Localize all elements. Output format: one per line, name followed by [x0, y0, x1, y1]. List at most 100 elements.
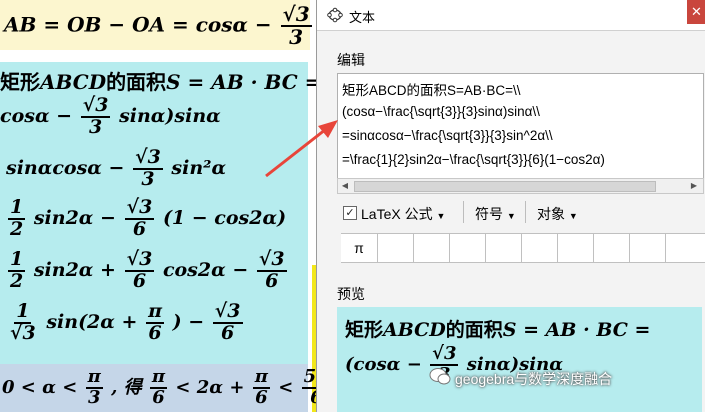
denominator: 2 — [10, 269, 24, 292]
numerator: π — [149, 366, 168, 389]
dialog-titlebar[interactable]: 文本 ✕ — [317, 0, 705, 31]
numerator: 1 — [14, 300, 32, 324]
fraction: π6 — [252, 367, 270, 408]
formula-text: sin2α + — [33, 258, 116, 281]
formula-text: AB = OB − OA = cosα − — [4, 12, 272, 37]
chevron-down-icon: ▼ — [436, 211, 446, 221]
numerator: √3 — [80, 94, 111, 118]
fraction: 12 — [8, 196, 26, 240]
numerator: √3 — [256, 248, 287, 272]
fraction: 5π6 — [301, 367, 316, 408]
formula-text: ABCD — [40, 70, 107, 94]
symbol-cell[interactable] — [377, 234, 414, 262]
symbol-cell[interactable] — [521, 234, 558, 262]
symbol-cell[interactable] — [593, 234, 630, 262]
latex-editor[interactable]: 矩形ABCD的面积S=AB·BC=\\ (cosα−\frac{\sqrt{3}… — [337, 73, 704, 179]
formula-text: S = AB · BC = — [166, 70, 316, 94]
denominator: 6 — [255, 386, 268, 408]
denominator: 3 — [141, 167, 155, 190]
formula-top-line: AB = OB − OA = cosα − √33 sin — [4, 4, 316, 48]
edit-section-label: 编辑 — [337, 52, 365, 68]
formula-text: < 2α + — [175, 376, 245, 398]
formula-text: ABCD — [383, 319, 446, 341]
symbols-menu[interactable]: 符号 ▼ — [475, 204, 516, 224]
editor-line: 矩形ABCD的面积S=AB·BC=\\ — [342, 83, 521, 98]
latex-toggle[interactable]: LaTeX 公式 ▼ — [361, 204, 445, 224]
horizontal-scrollbar[interactable]: ◀ ▶ — [337, 178, 704, 194]
preview-section-label: 预览 — [337, 286, 365, 302]
formula-text: 矩形 — [345, 319, 384, 341]
graphics-view[interactable]: AB = OB − OA = cosα − √33 sin 矩形ABCD的面积S… — [0, 0, 316, 412]
formula-text: ) − — [172, 310, 205, 333]
chevron-down-icon: ▼ — [506, 211, 516, 221]
denominator: 6 — [148, 321, 162, 344]
fraction: √3 6 — [124, 249, 155, 292]
latex-label: LaTeX 公式 — [361, 206, 433, 222]
scroll-right-icon[interactable]: ▶ — [689, 181, 699, 191]
text-dialog: 文本 ✕ 编辑 矩形ABCD的面积S=AB·BC=\\ (cosα−\frac{… — [316, 0, 705, 412]
close-button[interactable]: ✕ — [687, 0, 705, 24]
formula-text: , 得 — [111, 376, 142, 398]
fraction: √3 6 — [124, 196, 155, 240]
formula-text: 矩形 — [0, 70, 40, 94]
dialog-title: 文本 — [349, 10, 376, 25]
latex-checkbox[interactable]: ✓ — [343, 206, 357, 220]
preview-line-1: 矩形ABCD的面积S = AB · BC = — [345, 315, 650, 342]
formula-text: sin(2α + — [46, 310, 138, 333]
numerator: 1 — [8, 196, 26, 220]
fraction: √33 — [80, 94, 111, 138]
denominator: 3 — [88, 115, 103, 138]
denominator: 3 — [87, 386, 101, 408]
symbol-cell[interactable] — [557, 234, 594, 262]
numerator: √3 — [133, 146, 163, 170]
text-toolbar: ✓ LaTeX 公式 ▼ 符号 ▼ 对象 ▼ — [337, 197, 705, 227]
formula-line-2: cosα − √3 3 sinα)sinα — [0, 94, 221, 138]
preview-pane: 矩形ABCD的面积S = AB · BC = (cosα − √33 sinα)… — [337, 307, 702, 412]
scrollbar-thumb[interactable] — [354, 181, 656, 192]
formula-text: S = AB · BC = — [502, 319, 651, 341]
denominator: 3 — [289, 25, 304, 49]
symbol-cell[interactable] — [449, 234, 486, 262]
formula-line-1: 矩形ABCD的面积S = AB · BC = — [0, 66, 316, 95]
divider — [463, 201, 464, 223]
formula-text: 的面积 — [445, 319, 503, 341]
formula-text: sin²α — [171, 156, 227, 179]
editor-line: =\frac{1}{2}sin2α−\frac{\sqrt{3}}{6}(1−c… — [342, 152, 605, 167]
numerator: √3 — [212, 300, 243, 324]
symbol-cell[interactable] — [629, 234, 666, 262]
denominator: 6 — [132, 269, 147, 292]
symbol-cell[interactable] — [665, 234, 705, 262]
editor-line: =sinαcosα−\frac{\sqrt{3}}{3}sin^2α\\ — [342, 128, 553, 143]
numerator: π — [146, 300, 164, 324]
fraction: 1 √3 — [8, 300, 38, 344]
fraction: √3 6 — [256, 248, 287, 292]
symbol-cell[interactable] — [485, 234, 522, 262]
fraction: π6 — [149, 366, 168, 408]
symbol-cell[interactable] — [413, 234, 450, 262]
fraction: 12 — [8, 249, 26, 292]
formula-line-5: 12 sin2α + √3 6 cos2α − √3 6 — [6, 248, 289, 292]
divider — [525, 201, 526, 223]
numerator: √3 — [124, 196, 155, 220]
formula-text: cosα − — [0, 104, 73, 127]
wechat-icon — [429, 368, 451, 385]
formula-text: sinαcosα − — [6, 156, 125, 179]
numerator: √3 — [430, 343, 459, 366]
denominator: √3 — [10, 321, 36, 344]
scroll-left-icon[interactable]: ◀ — [340, 181, 350, 191]
editor-line: (cosα−\frac{\sqrt{3}}{3}sinα)sinα\\ — [342, 104, 540, 119]
objects-menu[interactable]: 对象 ▼ — [537, 204, 578, 224]
objects-label: 对象 — [537, 206, 565, 222]
denominator: 6 — [221, 321, 235, 344]
numerator: 5π — [301, 367, 316, 389]
formula-text: sin2α − — [33, 206, 116, 229]
formula-line-4: 12 sin2α − √3 6 (1 − cos2α) — [6, 196, 286, 240]
formula-text: sinα)sinα — [119, 104, 221, 127]
denominator: 6 — [308, 388, 316, 408]
symbol-cell[interactable]: π — [341, 234, 378, 262]
fraction: √33 — [280, 4, 312, 49]
denominator: 6 — [152, 386, 165, 408]
numerator: π — [85, 366, 103, 389]
symbols-label: 符号 — [475, 206, 503, 222]
geogebra-icon — [327, 7, 343, 23]
